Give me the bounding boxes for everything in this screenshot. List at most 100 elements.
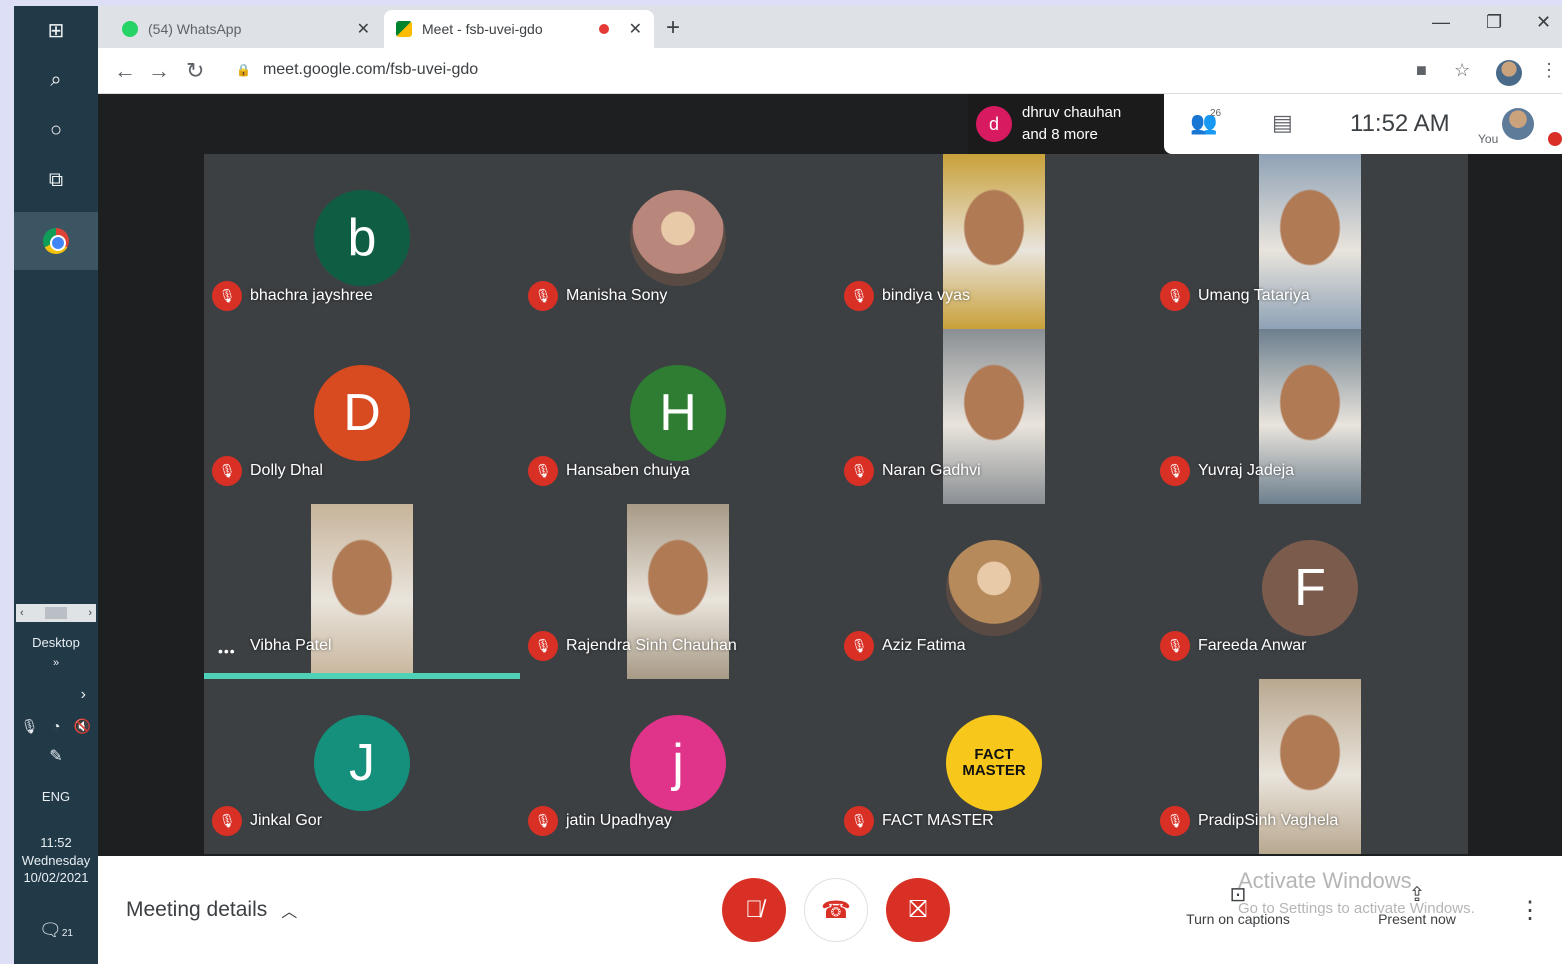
- muted-mic-icon: 🎙: [1160, 806, 1190, 836]
- windows-taskbar: ⊞ ⌕ ○ ⧉ ‹ › Desktop » › 🎙 ◔ 🔇 ✎ ENG 11:5…: [14, 6, 98, 964]
- participant-name: PradipSinh Vaghela: [1198, 812, 1339, 829]
- participant-tile[interactable]: ••• Vibha Patel: [204, 504, 520, 679]
- participant-tile[interactable]: 🎙 Naran Gadhvi: [836, 329, 1152, 504]
- participant-tile[interactable]: 🎙 Aziz Fatima: [836, 504, 1152, 679]
- chat-icon[interactable]: ▤: [1272, 110, 1293, 136]
- recording-indicator-icon: [598, 24, 609, 34]
- meet-clock: 11:52 AM: [1350, 110, 1450, 137]
- back-icon[interactable]: ←: [114, 58, 136, 84]
- chrome-taskbar-icon[interactable]: [14, 212, 98, 270]
- browser-tab-strip: (54) WhatsApp ✕ Meet - fsb-uvei-gdo ✕ + …: [98, 6, 1562, 48]
- taskbar-scrollbar[interactable]: ‹ ›: [16, 604, 96, 622]
- fact-master-logo: FACT MASTER: [946, 715, 1042, 811]
- participant-tile[interactable]: H 🎙 Hansaben chuiya: [520, 329, 836, 504]
- cortana-icon[interactable]: ○: [14, 106, 98, 154]
- windows-start-icon[interactable]: ⊞: [14, 6, 98, 54]
- more-options-icon[interactable]: ⋮: [1518, 896, 1542, 925]
- muted-mic-icon: 🎙: [844, 281, 874, 311]
- scroll-left-icon[interactable]: ‹: [20, 607, 24, 619]
- camera-indicator-icon[interactable]: ■: [1416, 60, 1427, 81]
- mic-toggle-button[interactable]: 🎙̸: [722, 878, 786, 942]
- participant-tile[interactable]: j 🎙 jatin Upadhyay: [520, 679, 836, 854]
- close-icon[interactable]: ✕: [357, 19, 370, 39]
- meet-stage: d dhruv chauhan and 8 more 👥 26 ▤ 11:52 …: [98, 94, 1562, 856]
- forward-icon[interactable]: →: [148, 58, 170, 84]
- participant-photo: [946, 540, 1042, 636]
- camera-toggle-button[interactable]: ⛝: [886, 878, 950, 942]
- chrome-menu-icon[interactable]: ⋮: [1540, 60, 1558, 81]
- minimize-icon[interactable]: —: [1432, 12, 1450, 33]
- captions-button[interactable]: ⊡ Turn on captions: [1178, 882, 1298, 927]
- leave-call-button[interactable]: ☎: [804, 878, 868, 942]
- restore-icon[interactable]: ❐: [1486, 12, 1502, 33]
- participant-tile[interactable]: 🎙 Manisha Sony: [520, 154, 836, 329]
- participant-grid: b 🎙 bhachra jayshree 🎙 Manisha Sony 🎙 bindiya …: [204, 154, 1468, 856]
- participant-name: Dolly Dhal: [250, 462, 323, 479]
- screen: ⊞ ⌕ ○ ⧉ ‹ › Desktop » › 🎙 ◔ 🔇 ✎ ENG 11:5…: [0, 0, 1562, 964]
- mic-icon[interactable]: 🎙: [21, 718, 39, 735]
- muted-mic-icon: 🎙: [528, 456, 558, 486]
- close-icon[interactable]: ✕: [629, 19, 642, 39]
- profile-button[interactable]: [1496, 60, 1522, 91]
- participant-tile[interactable]: 🎙 Umang Tatariya: [1152, 154, 1468, 329]
- network-icon[interactable]: ◔: [52, 718, 60, 735]
- tab-title: Meet - fsb-uvei-gdo: [422, 21, 543, 37]
- present-label: Present now: [1378, 911, 1456, 927]
- muted-mic-icon: 🎙: [528, 281, 558, 311]
- captions-label: Turn on captions: [1186, 911, 1290, 927]
- participant-tile[interactable]: D 🎙 Dolly Dhal: [204, 329, 520, 504]
- muted-mic-icon: 🎙: [844, 806, 874, 836]
- participant-tile[interactable]: 🎙 Rajendra Sinh Chauhan: [520, 504, 836, 679]
- desktop-expand-icon[interactable]: »: [14, 656, 98, 671]
- new-tab-button[interactable]: +: [666, 14, 680, 42]
- presenter-avatar: d: [976, 106, 1012, 142]
- pen-icon[interactable]: ✎: [14, 746, 98, 768]
- tab-title: (54) WhatsApp: [148, 21, 242, 37]
- volume-muted-icon[interactable]: 🔇: [74, 718, 91, 735]
- scroll-thumb[interactable]: [45, 607, 67, 619]
- notification-center-icon[interactable]: 🗨21: [14, 918, 98, 942]
- lock-icon[interactable]: 🔒: [236, 63, 251, 77]
- taskbar-clock[interactable]: 11:52 Wednesday 10/02/2021: [14, 834, 98, 887]
- presenter-chip[interactable]: d dhruv chauhan and 8 more: [968, 94, 1164, 154]
- reload-icon[interactable]: ↻: [186, 58, 204, 84]
- participant-avatar: D: [314, 365, 410, 461]
- participant-tile[interactable]: FACT MASTER 🎙 FACT MASTER: [836, 679, 1152, 854]
- participant-avatar: J: [314, 715, 410, 811]
- mic-off-icon: 🎙̸: [745, 896, 763, 923]
- present-icon: ⇪: [1408, 884, 1426, 906]
- tray-expand-icon[interactable]: ›: [14, 684, 98, 706]
- participant-name: Manisha Sony: [566, 287, 668, 304]
- self-avatar[interactable]: [1502, 108, 1534, 140]
- url-field[interactable]: 🔒 meet.google.com/fsb-uvei-gdo: [236, 61, 478, 79]
- bookmark-star-icon[interactable]: ☆: [1454, 60, 1470, 81]
- participant-tile[interactable]: 🎙 PradipSinh Vaghela: [1152, 679, 1468, 854]
- tab-meet[interactable]: Meet - fsb-uvei-gdo ✕: [384, 10, 654, 48]
- participant-tile[interactable]: b 🎙 bhachra jayshree: [204, 154, 520, 329]
- participant-tile[interactable]: F 🎙 Fareeda Anwar: [1152, 504, 1468, 679]
- muted-mic-icon: 🎙: [528, 806, 558, 836]
- address-bar-row: ← → ↻ 🔒 meet.google.com/fsb-uvei-gdo ■ ☆…: [98, 48, 1562, 94]
- participant-name: Aziz Fatima: [882, 637, 966, 654]
- participant-tile[interactable]: J 🎙 Jinkal Gor: [204, 679, 520, 854]
- participant-name: Naran Gadhvi: [882, 462, 981, 479]
- participant-tile[interactable]: 🎙 bindiya vyas: [836, 154, 1152, 329]
- muted-mic-icon: 🎙: [1160, 631, 1190, 661]
- window-close-icon[interactable]: ✕: [1536, 12, 1551, 33]
- participant-avatar: b: [314, 190, 410, 286]
- tab-whatsapp[interactable]: (54) WhatsApp ✕: [110, 10, 382, 48]
- chevron-up-icon: ︿: [281, 904, 298, 921]
- participant-name: Jinkal Gor: [250, 812, 323, 829]
- scroll-right-icon[interactable]: ›: [88, 607, 92, 619]
- meeting-details-button[interactable]: Meeting details ︿: [126, 898, 297, 922]
- muted-mic-icon: 🎙: [528, 631, 558, 661]
- desktop-toolbar-label[interactable]: Desktop: [14, 634, 98, 652]
- participant-name: Yuvraj Jadeja: [1198, 462, 1295, 479]
- search-icon[interactable]: ⌕: [14, 56, 98, 104]
- present-now-button[interactable]: ⇪ Present now: [1362, 882, 1472, 927]
- muted-mic-icon: 🎙: [1160, 281, 1190, 311]
- task-view-icon[interactable]: ⧉: [14, 156, 98, 204]
- language-indicator[interactable]: ENG: [14, 788, 98, 806]
- participant-tile[interactable]: 🎙 Yuvraj Jadeja: [1152, 329, 1468, 504]
- muted-mic-icon: 🎙: [212, 281, 242, 311]
